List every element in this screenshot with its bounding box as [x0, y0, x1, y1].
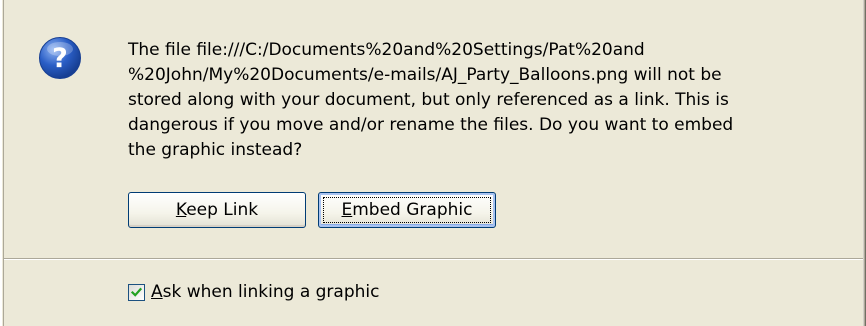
message-line: %20John/My%20Documents/e-mails/AJ_Party_… — [128, 65, 722, 85]
link-warning-dialog: ? The file file:///C:/Documents%20and%20… — [0, 0, 866, 326]
ask-when-linking-option[interactable]: Ask when linking a graphic — [128, 280, 379, 304]
ask-accel: A — [151, 282, 163, 302]
question-icon: ? — [39, 37, 81, 79]
svg-text:?: ? — [52, 43, 68, 74]
message-line: stored along with your document, but onl… — [128, 90, 729, 110]
ask-label-rest: sk when linking a graphic — [162, 282, 380, 302]
dialog-left-border — [0, 0, 4, 326]
focus-ring — [323, 197, 491, 223]
embed-graphic-button[interactable]: Embed Graphic — [318, 192, 496, 228]
keep-link-accel: K — [175, 200, 187, 220]
separator-line — [4, 258, 863, 260]
dialog-message: The file file:///C:/Documents%20and%20Se… — [128, 38, 828, 163]
ask-when-linking-label: Ask when linking a graphic — [151, 282, 379, 302]
keep-link-label: eep Link — [186, 200, 259, 220]
ask-when-linking-checkbox[interactable] — [128, 283, 145, 301]
message-line: The file file:///C:/Documents%20and%20Se… — [128, 40, 645, 60]
message-line: the graphic instead? — [128, 140, 303, 160]
keep-link-button[interactable]: Keep Link — [128, 192, 306, 228]
message-line: dangerous if you move and/or rename the … — [128, 115, 734, 135]
checkmark-icon — [130, 287, 143, 297]
